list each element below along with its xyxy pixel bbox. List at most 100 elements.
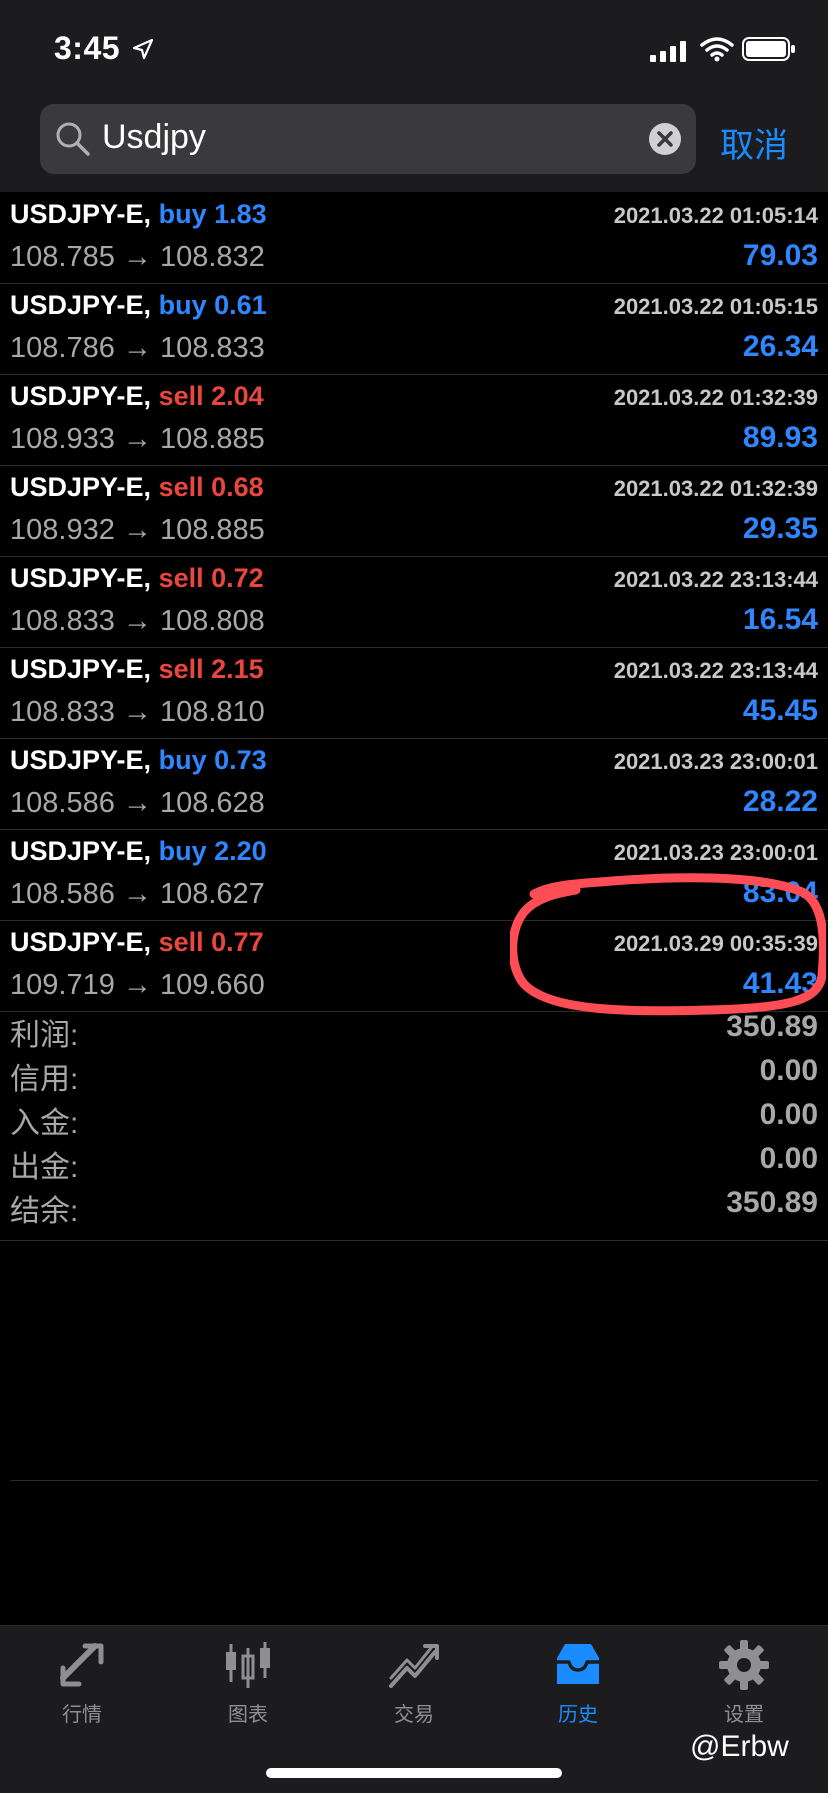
battery-icon (742, 37, 795, 61)
trade-row[interactable]: USDJPY-E, sell 0.72 108.833 → 108.808 20… (0, 557, 828, 648)
tab-label: 交易 (394, 1704, 434, 1726)
trade-time: 2021.03.22 01:05:15 (613, 294, 818, 319)
trade-side: buy 0.61 (158, 290, 267, 320)
trade-prices: 108.586 → 108.628 (10, 787, 265, 819)
trade-icon (389, 1644, 439, 1688)
trade-symbol: USDJPY-E, (10, 654, 152, 684)
summary-value: 0.00 (759, 1054, 818, 1087)
trade-symbol: USDJPY-E, (10, 563, 152, 593)
home-indicator[interactable] (266, 1768, 562, 1778)
trade-symbol-line: USDJPY-E, sell 2.15 (10, 654, 264, 685)
trade-prices: 108.586 → 108.627 (10, 878, 265, 910)
trade-time: 2021.03.23 23:00:01 (613, 840, 818, 865)
trade-profit: 16.54 (742, 603, 818, 636)
trade-symbol-line: USDJPY-E, buy 0.61 (10, 290, 267, 321)
trade-row[interactable]: USDJPY-E, sell 2.15 108.833 → 108.810 20… (0, 648, 828, 739)
trade-symbol-line: USDJPY-E, sell 2.04 (10, 381, 264, 412)
trade-prices: 108.785 → 108.832 (10, 241, 265, 273)
summary-value: 0.00 (759, 1098, 818, 1131)
trade-profit: 29.35 (742, 512, 818, 545)
status-time: 3:45 (54, 30, 121, 66)
trade-prices: 108.932 → 108.885 (10, 514, 265, 546)
trade-side: sell 0.77 (158, 927, 264, 957)
trade-row[interactable]: USDJPY-E, buy 0.73 108.586 → 108.628 202… (0, 739, 828, 830)
settings-icon (719, 1640, 769, 1690)
trade-profit: 45.45 (742, 694, 818, 727)
location-arrow-icon (132, 38, 154, 60)
summary-label: 信用: (10, 1063, 79, 1096)
summary-value: 0.00 (759, 1142, 818, 1175)
trade-symbol: USDJPY-E, (10, 836, 152, 866)
summary-deposit-row: 入金: 0.00 (0, 1098, 828, 1142)
summary-credit-row: 信用: 0.00 (0, 1054, 828, 1098)
trade-profit: 28.22 (742, 785, 818, 818)
watermark: @Erbw (690, 1730, 789, 1763)
trade-side: sell 0.72 (158, 563, 264, 593)
trade-symbol: USDJPY-E, (10, 745, 152, 775)
trade-symbol-line: USDJPY-E, buy 0.73 (10, 745, 267, 776)
summary-profit-row: 利润: 350.89 (0, 1010, 828, 1054)
trade-side: buy 0.73 (158, 745, 267, 775)
cellular-signal-icon (650, 41, 686, 62)
tab-history[interactable]: 历史 (518, 1638, 638, 1728)
trade-prices: 108.786 → 108.833 (10, 332, 265, 364)
trade-side: sell 2.04 (158, 381, 264, 411)
trade-profit: 26.34 (742, 330, 818, 363)
status-bar: 3:45 (0, 0, 828, 96)
trade-symbol-line: USDJPY-E, buy 2.20 (10, 836, 267, 867)
summary-label: 入金: (10, 1107, 79, 1140)
tab-trade[interactable]: 交易 (354, 1638, 474, 1728)
cancel-button[interactable]: 取消 (720, 118, 788, 167)
trade-time: 2021.03.22 01:05:14 (613, 203, 818, 228)
trade-time: 2021.03.22 01:32:39 (613, 476, 818, 501)
tab-label: 历史 (558, 1704, 598, 1726)
trade-time: 2021.03.23 23:00:01 (613, 749, 818, 774)
trade-time: 2021.03.22 01:32:39 (613, 385, 818, 410)
summary-value: 350.89 (726, 1010, 818, 1043)
trade-side: buy 1.83 (158, 199, 267, 229)
trade-symbol-line: USDJPY-E, buy 1.83 (10, 199, 267, 230)
chart-icon (226, 1642, 270, 1688)
trade-symbol-line: USDJPY-E, sell 0.77 (10, 927, 264, 958)
divider (10, 1480, 818, 1481)
trade-profit: 89.93 (742, 421, 818, 454)
quotes-icon (60, 1643, 104, 1687)
tab-bar: 行情 图表 交易 历史 设置 @Erbw (0, 1625, 828, 1793)
trade-side: buy 2.20 (158, 836, 267, 866)
trade-prices: 108.933 → 108.885 (10, 423, 265, 455)
search-input[interactable]: Usdjpy (102, 118, 206, 157)
search-icon (56, 122, 90, 156)
summary-withdrawal-row: 出金: 0.00 (0, 1142, 828, 1186)
trade-symbol: USDJPY-E, (10, 927, 152, 957)
trade-prices: 109.719 → 109.660 (10, 969, 265, 1001)
tab-settings[interactable]: 设置 (684, 1638, 804, 1728)
trade-symbol: USDJPY-E, (10, 290, 152, 320)
trade-row[interactable]: USDJPY-E, sell 0.68 108.932 → 108.885 20… (0, 466, 828, 557)
summary-value: 350.89 (726, 1186, 818, 1219)
tab-chart[interactable]: 图表 (188, 1638, 308, 1728)
account-summary: 利润: 350.89 信用: 0.00 入金: 0.00 出金: 0.00 结余… (0, 1010, 828, 1241)
trade-row[interactable]: USDJPY-E, buy 0.61 108.786 → 108.833 202… (0, 284, 828, 375)
trade-symbol: USDJPY-E, (10, 381, 152, 411)
trade-symbol-line: USDJPY-E, sell 0.72 (10, 563, 264, 594)
summary-label: 结余: (10, 1195, 79, 1228)
history-icon (557, 1644, 599, 1684)
summary-label: 利润: (10, 1019, 79, 1052)
trade-prices: 108.833 → 108.810 (10, 696, 265, 728)
tab-label: 图表 (228, 1704, 268, 1726)
annotation-circle (510, 873, 826, 1016)
tab-label: 设置 (724, 1704, 764, 1726)
tab-quotes[interactable]: 行情 (22, 1638, 142, 1728)
trade-row[interactable]: USDJPY-E, buy 1.83 108.785 → 108.832 202… (0, 193, 828, 284)
trade-row[interactable]: USDJPY-E, sell 2.04 108.933 → 108.885 20… (0, 375, 828, 466)
search-field[interactable]: Usdjpy (40, 104, 696, 174)
trade-symbol-line: USDJPY-E, sell 0.68 (10, 472, 264, 503)
trade-profit: 79.03 (742, 239, 818, 272)
summary-balance-row: 结余: 350.89 (0, 1186, 828, 1230)
trade-time: 2021.03.22 23:13:44 (613, 567, 818, 592)
trade-side: sell 2.15 (158, 654, 264, 684)
trade-side: sell 0.68 (158, 472, 264, 502)
wifi-icon (700, 37, 734, 62)
trade-symbol: USDJPY-E, (10, 472, 152, 502)
clear-icon[interactable] (648, 122, 682, 156)
